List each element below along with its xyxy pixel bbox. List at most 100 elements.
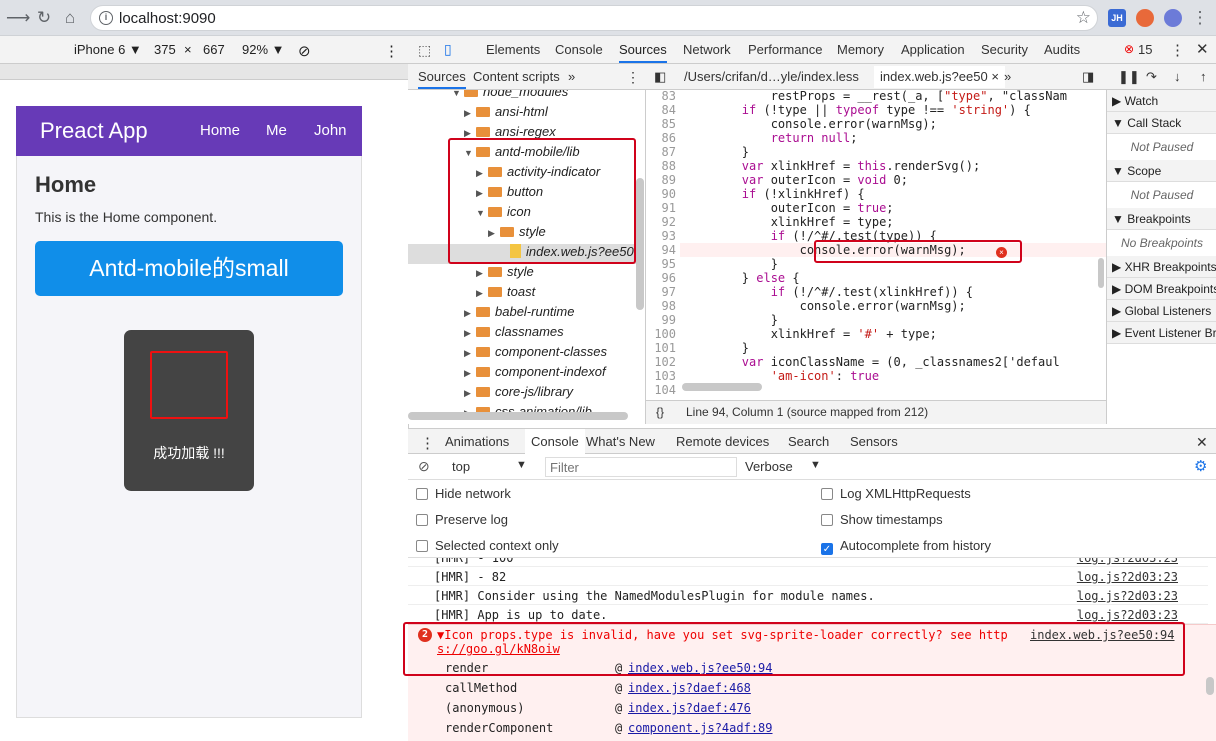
navigator-menu-icon[interactable]: ⋮ (626, 69, 640, 86)
tree-folder[interactable]: ▶ component-classes (464, 344, 645, 364)
code-line[interactable]: } else { (684, 271, 800, 285)
watch-section[interactable]: ▶ Watch (1107, 90, 1216, 112)
collapsed-arrow-icon[interactable]: ▶ (464, 328, 476, 339)
tree-folder[interactable]: ▶ babel-runtime (464, 304, 645, 324)
console-vscrollbar[interactable] (1206, 677, 1214, 695)
log-xhr-checkbox[interactable]: Log XMLHttpRequests (821, 486, 971, 501)
code-line[interactable]: if (!xlinkHref) { (684, 187, 865, 201)
line-number[interactable]: 83 (646, 90, 676, 103)
editor-hscrollbar[interactable] (682, 383, 762, 391)
back-icon[interactable]: ⟶ (6, 8, 30, 28)
log-source-link[interactable]: log.js?2d03:23 (1077, 558, 1178, 565)
tab-security[interactable]: Security (981, 42, 1028, 57)
line-number[interactable]: 103 (646, 369, 676, 383)
toggle-navigator-icon[interactable]: ◧ (654, 69, 666, 85)
checkbox-box[interactable] (416, 540, 428, 552)
line-number[interactable]: 89 (646, 173, 676, 187)
tab-memory[interactable]: Memory (837, 42, 884, 57)
breakpoints-section[interactable]: ▼ Breakpoints (1107, 208, 1216, 230)
log-source-link[interactable]: log.js?2d03:23 (1077, 570, 1178, 584)
code-line[interactable]: var xlinkHref = this.renderSvg(); (684, 159, 980, 173)
code-line[interactable]: 'am-icon': true (684, 369, 879, 383)
code-line[interactable]: restProps = __rest(_a, ["type", "classNa… (684, 90, 1067, 103)
collapsed-arrow-icon[interactable]: ▶ (464, 388, 476, 399)
selected-context-checkbox[interactable]: Selected context only (416, 538, 559, 553)
extension-orange-icon[interactable] (1136, 9, 1154, 27)
code-line[interactable]: return null; (684, 131, 858, 145)
clear-console-icon[interactable]: ⊘ (418, 458, 430, 475)
checkbox-box[interactable] (821, 514, 833, 526)
device-height[interactable]: 667 (203, 42, 225, 57)
line-number[interactable]: 86 (646, 131, 676, 145)
collapsed-arrow-icon[interactable]: ▶ (464, 368, 476, 379)
console-filter-input[interactable] (545, 457, 737, 477)
dom-breakpoints-section[interactable]: ▶ DOM Breakpoints (1107, 278, 1216, 300)
tab-elements[interactable]: Elements (486, 42, 540, 57)
tree-folder[interactable]: ▶ toast (476, 284, 645, 304)
error-marker-icon[interactable]: × (996, 247, 1007, 258)
rotate-icon[interactable]: ⊘ (298, 42, 311, 60)
toggle-debugger-icon[interactable]: ◨ (1082, 69, 1094, 85)
bookmark-star-icon[interactable]: ☆ (1076, 8, 1091, 28)
tab-application[interactable]: Application (901, 42, 965, 57)
log-source-link[interactable]: log.js?2d03:23 (1077, 589, 1178, 603)
line-number[interactable]: 102 (646, 355, 676, 369)
tab-console[interactable]: Console (555, 42, 603, 57)
xhr-breakpoints-section[interactable]: ▶ XHR Breakpoints (1107, 256, 1216, 278)
code-line[interactable]: xlinkHref = '#' + type; (684, 327, 937, 341)
scope-section[interactable]: ▼ Scope (1107, 160, 1216, 182)
editor-tab-index-web-js[interactable]: index.web.js?ee50 × (874, 66, 1005, 88)
checkbox-checked[interactable]: ✓ (821, 543, 833, 555)
code-line[interactable]: } (684, 145, 749, 159)
nav-home[interactable]: Home (200, 122, 240, 139)
line-number[interactable]: 93 (646, 229, 676, 243)
tree-folder[interactable]: ▶ core-js/library (464, 384, 645, 404)
inspect-icon[interactable]: ⬚ (418, 42, 431, 59)
code-line[interactable]: var iconClassName = (0, _classnames2['de… (684, 355, 1060, 369)
tab-sources[interactable]: Sources (619, 42, 667, 63)
console-settings-gear-icon[interactable]: ⚙ (1194, 457, 1207, 475)
line-number[interactable]: 90 (646, 187, 676, 201)
code-line[interactable]: } (684, 257, 778, 271)
line-number[interactable]: 96 (646, 271, 676, 285)
editor-vscrollbar[interactable] (1098, 258, 1104, 288)
line-number[interactable]: 87 (646, 145, 676, 159)
call-stack-section[interactable]: ▼ Call Stack (1107, 112, 1216, 134)
hide-network-checkbox[interactable]: Hide network (416, 486, 511, 501)
line-number[interactable]: 98 (646, 299, 676, 313)
nav-me[interactable]: Me (266, 122, 287, 139)
browser-menu-icon[interactable]: ⋮ (1190, 8, 1210, 28)
code-line[interactable]: } (684, 313, 778, 327)
error-count[interactable]: 15 (1138, 42, 1152, 57)
checkbox-box[interactable] (416, 488, 428, 500)
stack-source-link[interactable]: index.js?daef:476 (628, 701, 751, 715)
drawer-tab-animations[interactable]: Animations (445, 434, 509, 449)
drawer-menu-icon[interactable]: ⋮ (420, 434, 435, 452)
preserve-log-checkbox[interactable]: Preserve log (416, 512, 508, 527)
log-level-dropdown-icon[interactable]: ▼ (810, 459, 821, 471)
code-line[interactable]: if (!/^#/.test(xlinkHref)) { (684, 285, 973, 299)
devtools-close-icon[interactable]: ✕ (1196, 40, 1209, 58)
stack-source-link[interactable]: index.js?daef:468 (628, 681, 751, 695)
extension-purple-icon[interactable] (1164, 9, 1182, 27)
tab-content-scripts[interactable]: Content scripts (473, 69, 560, 84)
antd-small-button[interactable]: Antd-mobile的small (35, 241, 343, 296)
device-mode-icon[interactable]: ▯ (444, 41, 452, 58)
collapsed-arrow-icon[interactable]: ▶ (464, 108, 476, 119)
close-tab-icon[interactable]: × (991, 69, 999, 84)
drawer-tab-remote-devices[interactable]: Remote devices (676, 434, 769, 449)
tab-audits[interactable]: Audits (1044, 42, 1080, 57)
code-line[interactable]: } (684, 341, 749, 355)
tab-network[interactable]: Network (683, 42, 731, 57)
checkbox-box[interactable] (821, 488, 833, 500)
line-number[interactable]: 101 (646, 341, 676, 355)
code-line[interactable]: if (!type || typeof type !== 'string') { (684, 103, 1031, 117)
line-number[interactable]: 84 (646, 103, 676, 117)
step-over-icon[interactable]: ↷ (1146, 69, 1157, 85)
line-number[interactable]: 91 (646, 201, 676, 215)
extension-jh-icon[interactable]: JH (1108, 9, 1126, 27)
error-count-icon[interactable]: ⊗ (1124, 42, 1134, 56)
tree-vscrollbar[interactable] (636, 178, 644, 310)
step-into-icon[interactable]: ↓ (1174, 69, 1181, 84)
event-listener-section[interactable]: ▶ Event Listener Br (1107, 322, 1216, 344)
